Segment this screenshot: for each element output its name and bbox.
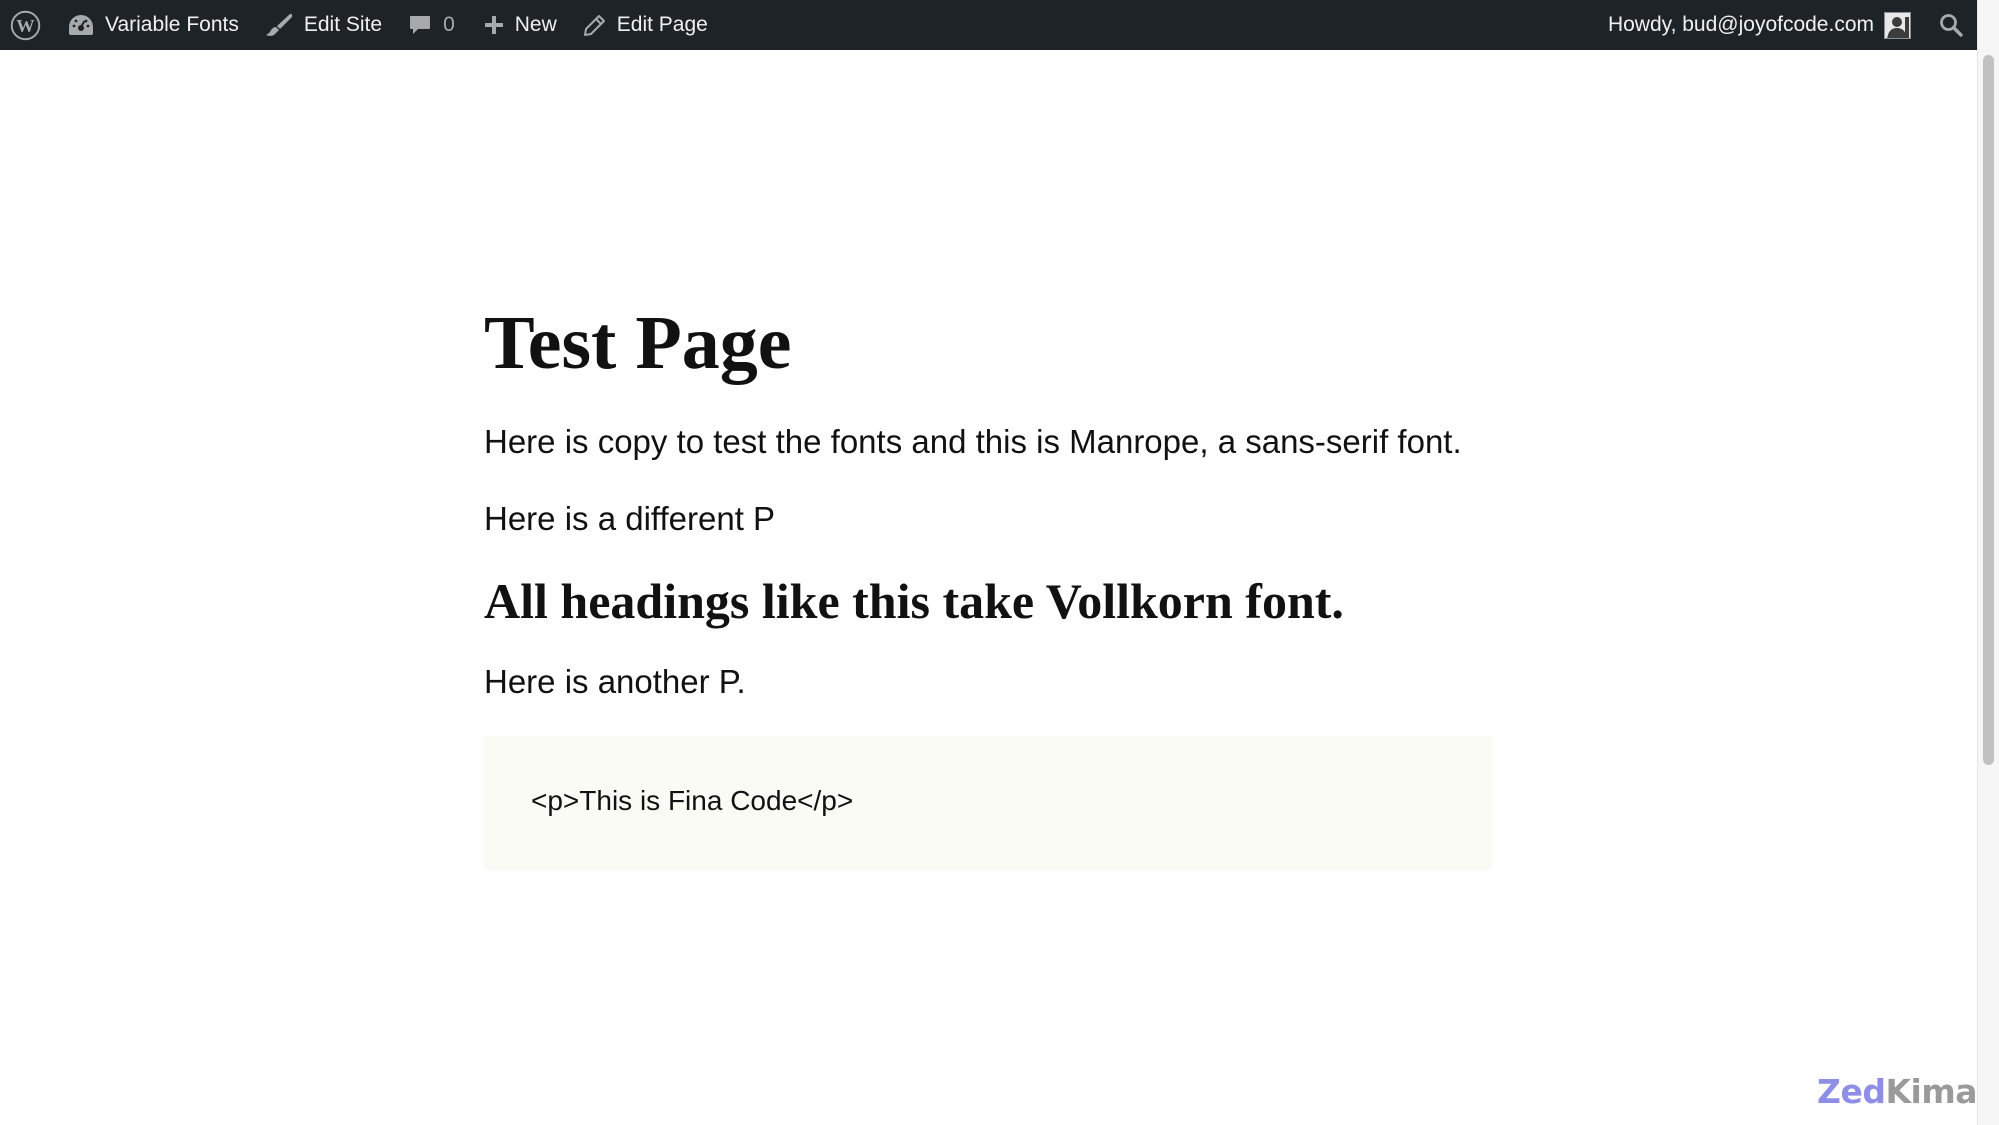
admin-bar-right: Howdy, bud@joyofcode.com — [1592, 0, 1977, 50]
page-title: Test Page — [484, 301, 792, 385]
vertical-scrollbar[interactable] — [1977, 0, 1999, 1125]
scrollbar-thumb[interactable] — [1983, 55, 1994, 765]
admin-bar-left: W Variable Fonts Edit Site 0 New Edit Pa… — [0, 0, 721, 50]
paragraph-different: Here is a different P — [484, 500, 776, 537]
watermark-logo: ZedKima — [1817, 1075, 1977, 1108]
brush-icon — [265, 13, 293, 37]
greeting-text: Howdy, bud@joyofcode.com — [1607, 13, 1874, 36]
new-label: New — [514, 13, 557, 36]
pencil-icon — [583, 14, 606, 37]
wordpress-menu[interactable]: W — [0, 0, 55, 50]
comments-count: 0 — [443, 13, 455, 36]
edit-site-button[interactable]: Edit Site — [252, 0, 395, 50]
plus-icon — [484, 15, 504, 35]
watermark-part-2: Kima — [1885, 1072, 1977, 1111]
code-text: <p>This is Fina Code</p> — [531, 785, 854, 816]
search-icon — [1939, 13, 1963, 37]
edit-site-label: Edit Site — [303, 13, 383, 36]
code-block: <p>This is Fina Code</p> — [484, 736, 1492, 870]
wordpress-logo-icon: W — [10, 10, 41, 41]
watermark-part-1: Zed — [1817, 1072, 1886, 1111]
comments-button[interactable]: 0 — [395, 0, 471, 50]
admin-bar: W Variable Fonts Edit Site 0 New Edit Pa… — [0, 0, 1977, 50]
dashboard-icon — [68, 14, 94, 36]
heading-vollkorn: All headings like this take Vollkorn fon… — [484, 573, 1344, 629]
paragraph-another: Here is another P. — [484, 663, 746, 700]
new-content-button[interactable]: New — [471, 0, 570, 50]
svg-text:W: W — [16, 15, 35, 35]
site-name-menu[interactable]: Variable Fonts — [55, 0, 252, 50]
site-name-label: Variable Fonts — [105, 13, 239, 36]
search-button[interactable] — [1921, 0, 1977, 50]
edit-page-label: Edit Page — [616, 13, 708, 36]
comment-bubble-icon — [409, 14, 431, 36]
user-account-menu[interactable]: Howdy, bud@joyofcode.com — [1592, 0, 1921, 50]
edit-page-button[interactable]: Edit Page — [570, 0, 721, 50]
paragraph-manrope: Here is copy to test the fonts and this … — [484, 423, 1462, 460]
user-avatar-icon — [1884, 11, 1911, 39]
